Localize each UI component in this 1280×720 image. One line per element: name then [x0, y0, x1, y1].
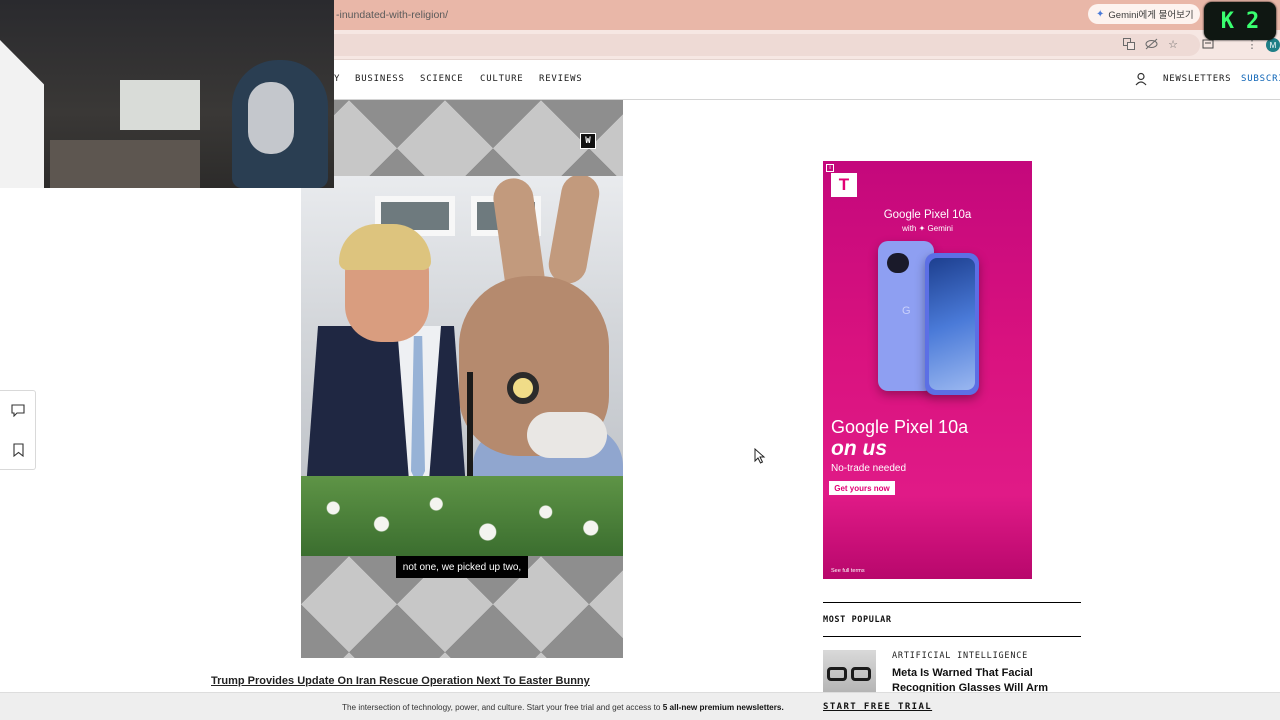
most-popular-rule-bottom: [823, 636, 1081, 637]
nav-subscribe[interactable]: SUBSCRI: [1241, 74, 1280, 84]
glasses-lens-left: [827, 667, 847, 681]
ad-big-line2: on us: [831, 437, 887, 460]
tmobile-ad[interactable]: i T Google Pixel 10a with ✦ Gemini G Goo…: [823, 161, 1032, 579]
save-button[interactable]: [8, 440, 28, 460]
comment-icon: [11, 403, 25, 417]
ad-phone-camera: [887, 253, 909, 273]
gemini-button-label: Gemini에게 물어보기: [1108, 10, 1194, 21]
article-side-tools: [0, 390, 36, 470]
screen: ✦ Gemini에게 물어보기 -inundated-with-religion…: [0, 0, 1280, 720]
comment-button[interactable]: [8, 400, 28, 420]
video-caption: not one, we picked up two,: [396, 556, 528, 578]
start-free-trial-button[interactable]: START FREE TRIAL: [823, 702, 932, 712]
nav-business[interactable]: BUSINESS: [355, 74, 405, 84]
nav-culture[interactable]: CULTURE: [480, 74, 524, 84]
video-checker-top: [301, 100, 623, 176]
mouse-cursor-icon: [754, 448, 766, 464]
frame-bunny-snout: [527, 412, 607, 458]
eye-off-icon[interactable]: [1143, 36, 1159, 52]
nav-reviews[interactable]: REVIEWS: [539, 74, 583, 84]
frame-flowers: [301, 476, 623, 556]
webcam-desk: [50, 140, 200, 188]
bookmark-icon: [12, 443, 24, 457]
translate-icon[interactable]: [1121, 36, 1137, 52]
ad-phone-screen: [929, 258, 975, 390]
banner-text-strong: 5 all-new premium newsletters.: [662, 703, 784, 712]
webcam-overlay: [0, 0, 334, 188]
nav-cut-item[interactable]: Y: [334, 74, 340, 84]
ad-big-line1: Google Pixel 10a: [831, 417, 969, 437]
most-popular-rule-top: [823, 602, 1081, 603]
ad-headline: Google Pixel 10a: [883, 209, 972, 221]
nav-newsletters[interactable]: NEWSLETTERS: [1163, 74, 1231, 84]
ad-phone-g-logo: G: [902, 305, 911, 317]
video-title-link[interactable]: Trump Provides Update On Iran Rescue Ope…: [211, 675, 590, 687]
account-icon[interactable]: [1134, 72, 1148, 86]
frame-bunny-eye: [507, 372, 539, 404]
k2-badge-letter: K: [1220, 8, 1234, 34]
ad-phone-front: [925, 253, 979, 395]
video-player[interactable]: W not one, we picked up two,: [301, 100, 623, 658]
ad-info-icon[interactable]: i: [826, 164, 834, 172]
ad-with-gemini: with ✦ Gemini: [902, 224, 953, 233]
video-frame: [301, 176, 623, 556]
caption-line: not one, we picked up two,: [402, 561, 522, 573]
gemini-spark-icon: ✦: [1096, 8, 1105, 20]
gemini-button[interactable]: ✦ Gemini에게 물어보기: [1088, 4, 1200, 24]
webcam-window: [120, 80, 200, 130]
k2-badge: K 2: [1204, 2, 1276, 40]
glasses-lens-right: [851, 667, 871, 681]
most-popular-category[interactable]: ARTIFICIAL INTELLIGENCE: [892, 651, 1028, 661]
most-popular-thumbnail[interactable]: [823, 650, 876, 692]
banner-text-main: The intersection of technology, power, a…: [342, 703, 663, 712]
most-popular-title: MOST POPULAR: [823, 615, 892, 625]
profile-avatar[interactable]: M: [1266, 38, 1280, 52]
bookmark-star-icon[interactable]: ☆: [1165, 36, 1181, 52]
ad-terms-link[interactable]: See full terms: [831, 568, 865, 574]
frame-bunny-ear-right: [545, 176, 603, 287]
subscribe-banner: The intersection of technology, power, a…: [0, 692, 1280, 720]
url-text[interactable]: -inundated-with-religion/: [336, 9, 448, 21]
wired-logo-icon: W: [580, 133, 596, 149]
ad-subline: No-trade needed: [831, 463, 907, 474]
k2-badge-number: 2: [1246, 8, 1260, 34]
webcam-person-face: [248, 82, 294, 154]
nav-science[interactable]: SCIENCE: [420, 74, 464, 84]
banner-text: The intersection of technology, power, a…: [342, 703, 784, 712]
ad-cta-button[interactable]: Get yours now: [829, 481, 895, 495]
tmobile-logo: T: [831, 173, 857, 197]
address-bar[interactable]: [300, 34, 1200, 56]
